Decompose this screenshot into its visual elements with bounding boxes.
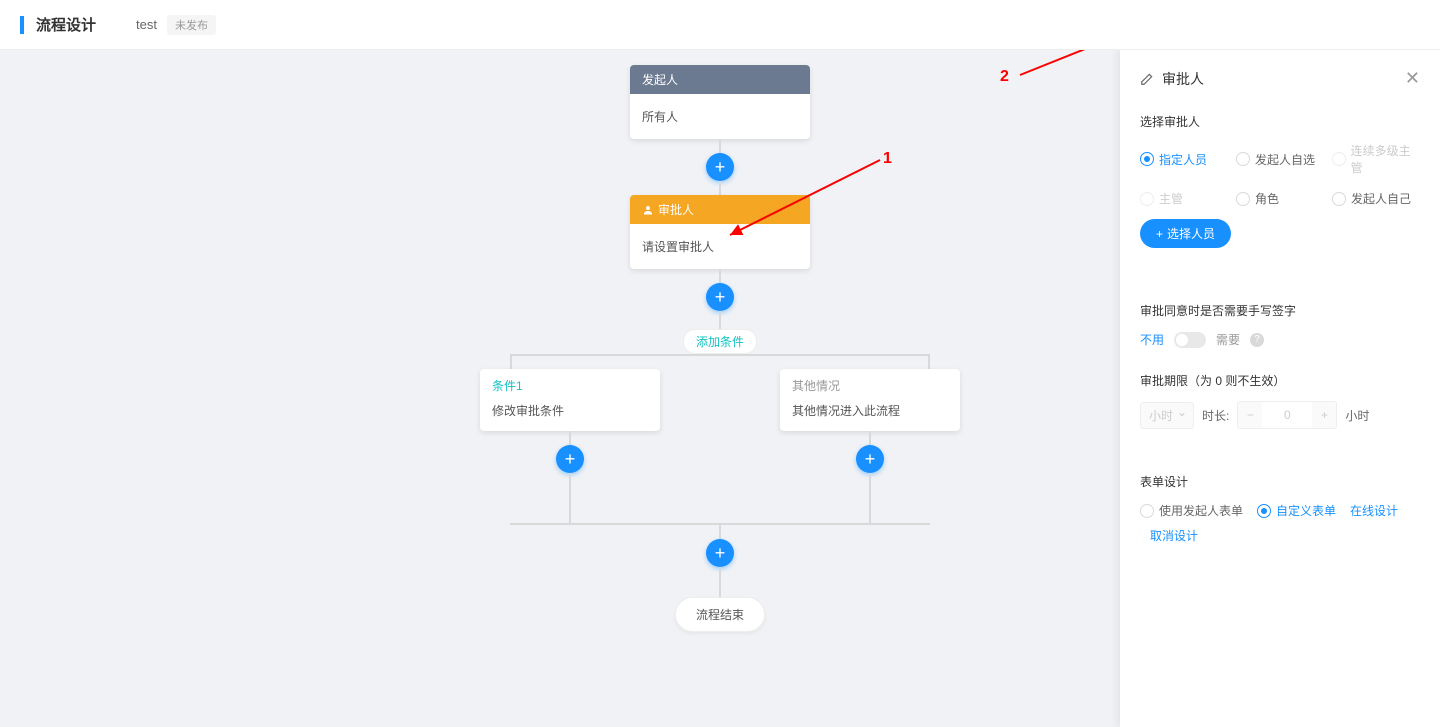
- radio-custom-form[interactable]: 自定义表单: [1257, 502, 1336, 519]
- condition-node-1[interactable]: 条件1 修改审批条件: [480, 369, 660, 431]
- connector: [719, 181, 721, 195]
- close-button[interactable]: ✕: [1405, 68, 1420, 89]
- radio-designated[interactable]: 指定人员: [1140, 142, 1228, 176]
- add-condition-button[interactable]: 添加条件: [683, 329, 757, 354]
- branch-row: 条件1 修改审批条件 + 其他情况 其他情况进入此流程 +: [420, 369, 1020, 523]
- connector: [719, 139, 721, 153]
- connector: [569, 431, 571, 445]
- header: 流程设计 test 未发布: [0, 0, 1440, 50]
- panel-header: 审批人 ✕: [1120, 50, 1440, 101]
- section-label: 审批同意时是否需要手写签字: [1140, 302, 1420, 319]
- add-node-button[interactable]: +: [856, 445, 884, 473]
- radio-self-select[interactable]: 发起人自选: [1236, 142, 1324, 176]
- section-label: 选择审批人: [1140, 113, 1420, 130]
- person-icon: [642, 204, 654, 216]
- condition-title: 条件1: [480, 369, 660, 398]
- add-node-button[interactable]: +: [556, 445, 584, 473]
- duration-value: 0: [1262, 408, 1312, 422]
- radio-supervisor: 主管: [1140, 190, 1228, 207]
- unit-suffix: 小时: [1345, 407, 1369, 424]
- connector: [719, 567, 721, 597]
- connector: [719, 269, 721, 283]
- signature-section: 审批同意时是否需要手写签字 不用 需要 ?: [1120, 290, 1440, 360]
- online-design-link[interactable]: 在线设计: [1350, 502, 1398, 519]
- add-node-button[interactable]: +: [706, 153, 734, 181]
- form-radio-row: 使用发起人表单 自定义表单 在线设计 取消设计: [1140, 502, 1420, 544]
- initiator-body: 所有人: [630, 94, 810, 139]
- switch-on-label: 需要: [1216, 331, 1240, 348]
- switch-row: 不用 需要 ?: [1140, 331, 1420, 348]
- condition-body: 其他情况进入此流程: [780, 398, 960, 431]
- initiator-node[interactable]: 发起人 所有人: [630, 65, 810, 139]
- deadline-section: 审批期限（为 0 则不生效） 小时 时长: − 0 + 小时: [1120, 360, 1440, 441]
- decrement-button[interactable]: −: [1238, 402, 1262, 428]
- radio-multi-level: 连续多级主管: [1332, 142, 1420, 176]
- approver-header: 审批人: [630, 195, 810, 224]
- approver-title: 审批人: [658, 201, 694, 218]
- help-icon[interactable]: ?: [1250, 333, 1264, 347]
- condition-title: 其他情况: [780, 369, 960, 398]
- condition-node-other[interactable]: 其他情况 其他情况进入此流程: [780, 369, 960, 431]
- radio-self[interactable]: 发起人自己: [1332, 190, 1420, 207]
- select-person-button[interactable]: 选择人员: [1140, 219, 1231, 248]
- condition-body: 修改审批条件: [480, 398, 660, 431]
- section-label: 表单设计: [1140, 473, 1420, 490]
- duration-label: 时长:: [1202, 407, 1229, 424]
- end-node: 流程结束: [675, 597, 765, 632]
- edit-icon: [1140, 72, 1154, 86]
- duration-stepper[interactable]: − 0 +: [1237, 401, 1337, 429]
- duration-row: 小时 时长: − 0 + 小时: [1140, 401, 1420, 429]
- form-design-section: 表单设计 使用发起人表单 自定义表单 在线设计 取消设计: [1120, 461, 1440, 556]
- increment-button[interactable]: +: [1312, 402, 1336, 428]
- approver-body: 请设置审批人: [630, 224, 810, 269]
- add-node-button[interactable]: +: [706, 539, 734, 567]
- switch-off-label: 不用: [1140, 331, 1164, 348]
- page-title: 流程设计: [36, 14, 96, 35]
- initiator-header: 发起人: [630, 65, 810, 94]
- connector: [869, 431, 871, 445]
- signature-toggle[interactable]: [1174, 332, 1206, 348]
- arrow-2: [1015, 50, 1125, 80]
- status-badge: 未发布: [167, 15, 216, 35]
- approver-node[interactable]: 审批人 请设置审批人: [630, 195, 810, 269]
- radio-role[interactable]: 角色: [1236, 190, 1324, 207]
- cancel-design-link[interactable]: 取消设计: [1150, 527, 1198, 544]
- unit-select[interactable]: 小时: [1140, 402, 1194, 429]
- annotation-1: 1: [883, 150, 892, 168]
- radio-group: 指定人员 发起人自选 连续多级主管 主管 角色 发起人自己: [1140, 142, 1420, 207]
- canvas: 发起人 所有人 + 审批人 请设置审批人 + 添加条件: [0, 50, 1440, 727]
- flow-container: 发起人 所有人 + 审批人 请设置审批人 + 添加条件: [420, 65, 1020, 632]
- connector: [569, 473, 571, 523]
- accent-bar: [20, 16, 24, 34]
- panel-title-text: 审批人: [1162, 69, 1204, 89]
- flow-name: test: [136, 17, 157, 32]
- panel-title: 审批人: [1140, 69, 1204, 89]
- connector: [869, 473, 871, 523]
- branch-line: [510, 354, 930, 356]
- side-panel: 审批人 ✕ 选择审批人 指定人员 发起人自选 连续多级主管 主管 角色 发起人自…: [1120, 50, 1440, 727]
- section-label: 审批期限（为 0 则不生效）: [1140, 372, 1420, 389]
- add-node-button[interactable]: +: [706, 283, 734, 311]
- annotation-2: 2: [1000, 68, 1009, 86]
- radio-initiator-form[interactable]: 使用发起人表单: [1140, 502, 1243, 519]
- connector: [719, 525, 721, 539]
- approver-type-section: 选择审批人 指定人员 发起人自选 连续多级主管 主管 角色 发起人自己 选择人员: [1120, 101, 1440, 260]
- merge-line: [510, 523, 930, 525]
